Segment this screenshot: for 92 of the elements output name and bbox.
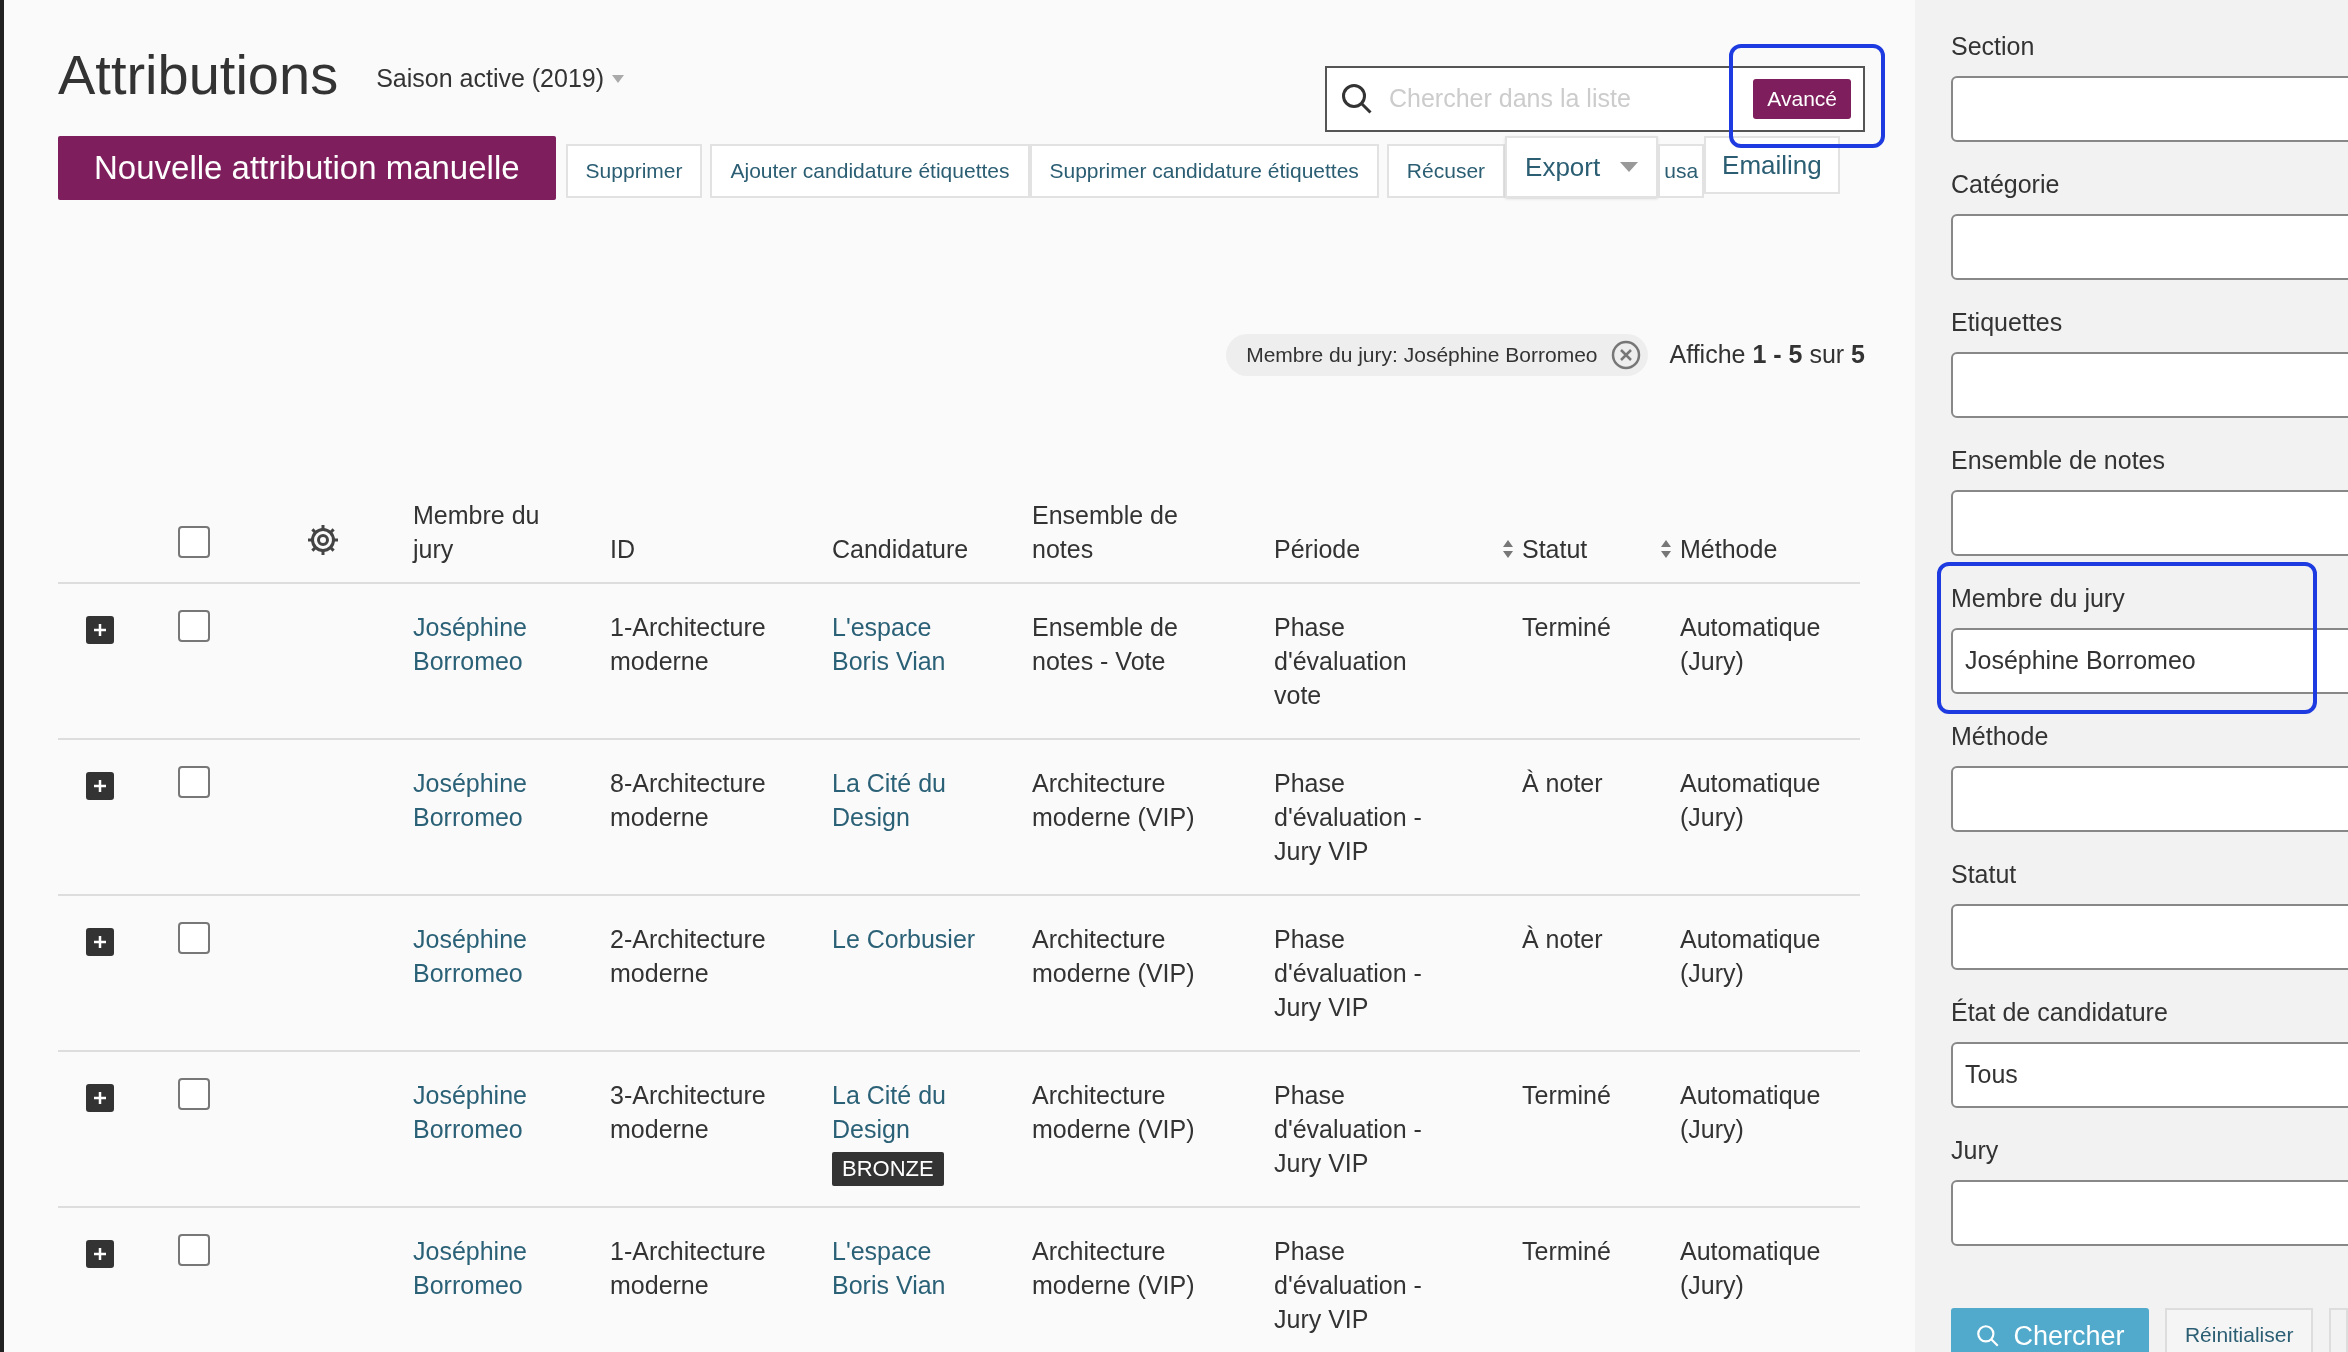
table-cell-text: Phase d'évaluation - Jury VIP (1274, 1236, 1423, 1335)
expand-icon[interactable] (86, 928, 114, 956)
column-header: Période (1274, 534, 1361, 565)
column-header[interactable]: Méthode (1660, 532, 1778, 566)
checkbox[interactable] (178, 1234, 210, 1266)
table-cell-text: 8-Architecture moderne (610, 768, 767, 833)
table-cell-text: Terminé (1522, 1080, 1612, 1111)
column-header[interactable]: Statut (1502, 532, 1588, 566)
tag: BRONZE (832, 1152, 944, 1186)
table-cell-text: Phase d'évaluation - Jury VIP (1274, 924, 1423, 1023)
table-cell-text: À noter (1522, 768, 1604, 799)
table-cell-text: 2-Architecture moderne (610, 924, 767, 989)
table-cell-text: 1-Architecture moderne (610, 1236, 767, 1301)
expand-icon[interactable] (86, 1084, 114, 1112)
table-cell-text: Automatique (Jury) (1680, 768, 1822, 833)
checkbox[interactable] (178, 1078, 210, 1110)
reset-button[interactable]: Réinitialiser (2164, 1308, 2314, 1352)
caret-icon (612, 75, 625, 83)
advanced-button[interactable]: Avancé (1753, 79, 1851, 119)
column-header: Ensemble de notes (1032, 500, 1179, 565)
table-cell-text: À noter (1522, 924, 1604, 955)
toolbar-button[interactable]: usa (1658, 144, 1705, 198)
close-icon[interactable] (1609, 339, 1642, 371)
checkbox[interactable] (178, 610, 210, 642)
expand-icon[interactable] (86, 772, 114, 800)
table-cell-text: 1-Architecture moderne (610, 612, 767, 677)
table-cell-text: Architecture moderne (VIP) (1032, 924, 1196, 989)
filter-field[interactable] (1951, 904, 2348, 970)
filter-field[interactable] (1951, 766, 2348, 832)
season-dropdown[interactable]: Saison active (2019) (376, 60, 625, 98)
field-label: Membre du jury (1951, 583, 2126, 614)
new-attribution-button[interactable]: Nouvelle attribution manuelle (58, 136, 556, 200)
candidature-link[interactable]: La Cité du Design (832, 766, 982, 834)
sort-icon (1660, 539, 1672, 559)
table-cell-text: Automatique (Jury) (1680, 924, 1822, 989)
caret-icon (1620, 162, 1639, 172)
column-header: ID (610, 534, 635, 565)
filter-chip-label: Membre du jury: Joséphine Borromeo (1246, 342, 1598, 369)
table-cell-text: Automatique (Jury) (1680, 1236, 1822, 1301)
jury-link[interactable]: Joséphine Borromeo (413, 610, 573, 678)
toolbar-button[interactable]: Récuser (1386, 144, 1506, 198)
candidature-link[interactable]: La Cité du Design (832, 1078, 982, 1146)
checkbox[interactable] (178, 766, 210, 798)
field-label: État de candidature (1951, 997, 2169, 1028)
toolbar-button[interactable]: Supprimer candidature étiquettes (1029, 144, 1379, 198)
candidature-link[interactable]: L'espace Boris Vian (832, 610, 982, 678)
table-cell-text: Phase d'évaluation vote (1274, 612, 1408, 711)
jury-link[interactable]: Joséphine Borromeo (413, 1078, 573, 1146)
table-cell-text: Terminé (1522, 1236, 1612, 1267)
table-cell-text: Terminé (1522, 612, 1612, 643)
field-label: Section (1951, 31, 2036, 62)
toolbar-button[interactable]: Supprimer (565, 144, 703, 198)
filter-field[interactable] (1951, 1180, 2348, 1246)
filter-field[interactable] (1951, 490, 2348, 556)
table-cell-text: Architecture moderne (VIP) (1032, 1236, 1196, 1301)
candidature-link[interactable]: L'espace Boris Vian (832, 1234, 982, 1302)
filter-field[interactable] (1951, 76, 2348, 142)
field-label: Catégorie (1951, 169, 2061, 200)
column-header: Membre du jury (413, 500, 541, 565)
sort-icon (1502, 539, 1514, 559)
expand-icon[interactable] (86, 616, 114, 644)
emailing-button[interactable]: Emailing (1704, 136, 1840, 194)
candidature-link[interactable]: Le Corbusier (832, 922, 976, 956)
field-label: Jury (1951, 1135, 2000, 1166)
settings-icon[interactable] (305, 522, 341, 558)
page-title: Attributions (58, 42, 339, 108)
field-label: Etiquettes (1951, 307, 2064, 338)
export-dropdown[interactable]: Export (1505, 136, 1659, 198)
expand-icon[interactable] (86, 1240, 114, 1268)
filter-field[interactable]: Joséphine Borromeo (1951, 628, 2348, 694)
jury-link[interactable]: Joséphine Borromeo (413, 922, 573, 990)
table-cell-text: Automatique (Jury) (1680, 1080, 1822, 1145)
filter-field[interactable] (1951, 352, 2348, 418)
checkbox[interactable] (178, 922, 210, 954)
filter-field[interactable] (1951, 214, 2348, 280)
toolbar-button[interactable]: Ajouter candidature étiquettes (710, 144, 1030, 198)
field-label: Ensemble de notes (1951, 445, 2167, 476)
column-header: Candidature (832, 534, 969, 565)
jury-link[interactable]: Joséphine Borromeo (413, 766, 573, 834)
table-cell-text: Ensemble de notes - Vote (1032, 612, 1179, 677)
table-cell-text: Phase d'évaluation - Jury VIP (1274, 1080, 1423, 1179)
result-count: Affiche 1 - 5 sur 5 (1669, 339, 1865, 371)
field-label: Méthode (1951, 721, 2050, 752)
field-label: Statut (1951, 859, 2018, 890)
table-cell-text: Architecture moderne (VIP) (1032, 768, 1196, 833)
table-cell-text: Automatique (Jury) (1680, 612, 1822, 677)
table-cell-text: Phase d'évaluation - Jury VIP (1274, 768, 1423, 867)
filter-field[interactable]: Tous (1951, 1042, 2348, 1108)
jury-link[interactable]: Joséphine Borromeo (413, 1234, 573, 1302)
table-cell-text: Architecture moderne (VIP) (1032, 1080, 1196, 1145)
table-cell-text: 3-Architecture moderne (610, 1080, 767, 1145)
checkbox[interactable] (178, 526, 210, 558)
